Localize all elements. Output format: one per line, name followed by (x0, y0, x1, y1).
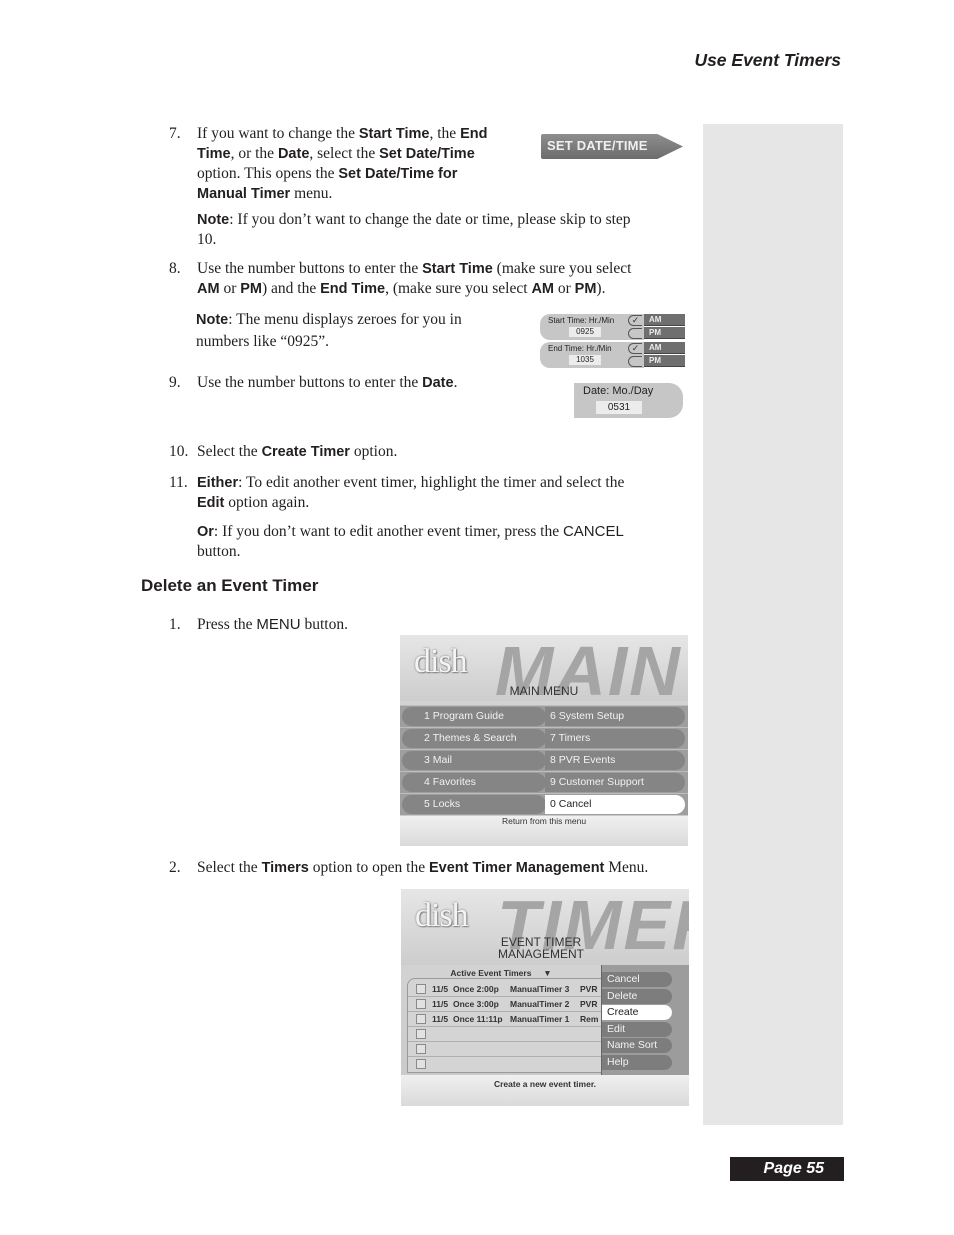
timer-row[interactable]: 11/5 Once 2:00p ManualTimer 3 PVR (408, 982, 602, 997)
start-pm-option[interactable]: PM (644, 327, 685, 339)
timer-list: 11/5 Once 2:00p ManualTimer 3 PVR 11/5 O… (407, 978, 603, 1073)
step-7-note: Note: If you don’t want to change the da… (197, 211, 631, 248)
sidebar-gray-panel (703, 124, 843, 1125)
menu-row: 4 Favorites 9 Customer Support (400, 771, 688, 793)
step-9-text: Use the number buttons to enter the Date… (197, 374, 458, 391)
start-am-option[interactable]: AM (644, 314, 685, 326)
end-pm-option[interactable]: PM (644, 355, 685, 367)
checkbox[interactable] (416, 1044, 426, 1054)
end-pm-radio[interactable] (628, 356, 642, 367)
menu-item-pvr-events[interactable]: 8 PVR Events (545, 751, 685, 770)
menu-item-favorites[interactable]: 4 Favorites (402, 773, 546, 792)
main-menu-screenshot: dish MAIN MAIN MENU 1 Program Guide 6 Sy… (400, 635, 688, 846)
menu-item-locks[interactable]: 5 Locks (402, 795, 546, 814)
set-date-time-button[interactable]: SET DATE/TIME (541, 134, 683, 159)
menu-item-mail[interactable]: 3 Mail (402, 751, 546, 770)
timer-row-empty[interactable] (408, 1042, 602, 1057)
checkbox[interactable] (416, 1059, 426, 1069)
date-label: Date: Mo./Day (583, 385, 654, 397)
timer-row[interactable]: 11/5 Once 3:00p ManualTimer 2 PVR (408, 997, 602, 1012)
menu-item-program-guide[interactable]: 1 Program Guide (402, 707, 546, 726)
event-timer-management-screenshot: dish TIMER EVENT TIMER MANAGEMENT Active… (401, 889, 689, 1106)
delete-step-1-text: Press the MENU button. (197, 616, 348, 633)
step-number: 9. (169, 374, 181, 391)
date-entry-panel: Date: Mo./Day 0531 (574, 383, 683, 418)
date-input[interactable]: 0531 (596, 401, 642, 414)
menu-row: 1 Program Guide 6 System Setup (400, 705, 688, 727)
dish-logo: dish (415, 897, 469, 934)
edit-button[interactable]: Edit (602, 1022, 672, 1037)
checkbox[interactable] (416, 1029, 426, 1039)
start-time-label: Start Time: Hr./Min (548, 316, 615, 325)
create-button[interactable]: Create (602, 1005, 672, 1020)
dropdown-arrow-icon: ▼ (543, 968, 552, 978)
time-entry-panel: Start Time: Hr./Min 0925 ✓ AM PM End Tim… (540, 314, 685, 368)
menu-item-themes-search[interactable]: 2 Themes & Search (402, 729, 546, 748)
timer-help-text: Create a new event timer. (493, 1079, 597, 1089)
menu-item-system-setup[interactable]: 6 System Setup (545, 707, 685, 726)
step-11-or: Or: If you don’t want to edit another ev… (197, 523, 624, 560)
page-number: Page 55 (730, 1157, 844, 1181)
step-number: 2. (169, 859, 181, 876)
step-number: 1. (169, 616, 181, 633)
menu-item-cancel[interactable]: 0 Cancel (545, 795, 685, 814)
section-heading: Delete an Event Timer (141, 576, 319, 595)
note-label: Note (196, 312, 229, 328)
main-menu-help-text: Return from this menu (501, 816, 587, 826)
timer-row[interactable]: 11/5 Once 11:11p ManualTimer 1 Rem (408, 1012, 602, 1027)
checkbox[interactable] (416, 984, 426, 994)
name-sort-button[interactable]: Name Sort (602, 1038, 672, 1053)
step-number: 10. (169, 443, 189, 460)
step-8-note: Note: The menu displays zeroes for you i… (196, 311, 462, 350)
delete-step-2-text: Select the Timers option to open the Eve… (197, 859, 649, 876)
set-date-time-label: SET DATE/TIME (547, 138, 648, 153)
checkbox[interactable] (416, 999, 426, 1009)
help-button[interactable]: Help (602, 1055, 672, 1070)
end-am-option[interactable]: AM (644, 342, 685, 354)
note-label: Note (197, 212, 230, 228)
delete-button[interactable]: Delete (602, 989, 672, 1004)
end-time-row: End Time: Hr./Min 1035 ✓ AM PM (540, 342, 685, 368)
menu-row: 3 Mail 8 PVR Events (400, 749, 688, 771)
step-10-text: Select the Create Timer option. (197, 443, 398, 460)
start-pm-radio[interactable] (628, 328, 642, 339)
end-time-input[interactable]: 1035 (569, 355, 601, 365)
start-am-checkmark-icon[interactable]: ✓ (628, 315, 642, 326)
main-menu-title: MAIN MENU (509, 684, 579, 698)
menu-item-timers[interactable]: 7 Timers (545, 729, 685, 748)
main-watermark: MAIN (495, 635, 682, 710)
step-8-text: Use the number buttons to enter the Star… (197, 260, 632, 297)
list-header[interactable]: Active Event Timers ▼ (401, 968, 601, 978)
menu-row: 2 Themes & Search 7 Timers (400, 727, 688, 749)
menu-row: 5 Locks 0 Cancel (400, 793, 688, 815)
running-head-title: Use Event Timers (694, 50, 841, 70)
menu-item-customer-support[interactable]: 9 Customer Support (545, 773, 685, 792)
step-number: 7. (169, 125, 181, 142)
step-number: 11. (169, 474, 188, 491)
dish-logo: dish (414, 643, 468, 680)
timer-row-empty[interactable] (408, 1057, 602, 1072)
step-11-text: Either: To edit another event timer, hig… (197, 474, 625, 511)
step-number: 8. (169, 260, 181, 277)
start-time-row: Start Time: Hr./Min 0925 ✓ AM PM (540, 314, 685, 340)
end-am-checkmark-icon[interactable]: ✓ (628, 343, 642, 354)
step-7-text: If you want to change the Start Time, th… (197, 125, 488, 202)
cancel-button[interactable]: Cancel (602, 972, 672, 987)
timer-row-empty[interactable] (408, 1027, 602, 1042)
checkbox[interactable] (416, 1014, 426, 1024)
timer-title-line2: MANAGEMENT (497, 947, 584, 961)
start-time-input[interactable]: 0925 (569, 327, 601, 337)
end-time-label: End Time: Hr./Min (548, 344, 612, 353)
